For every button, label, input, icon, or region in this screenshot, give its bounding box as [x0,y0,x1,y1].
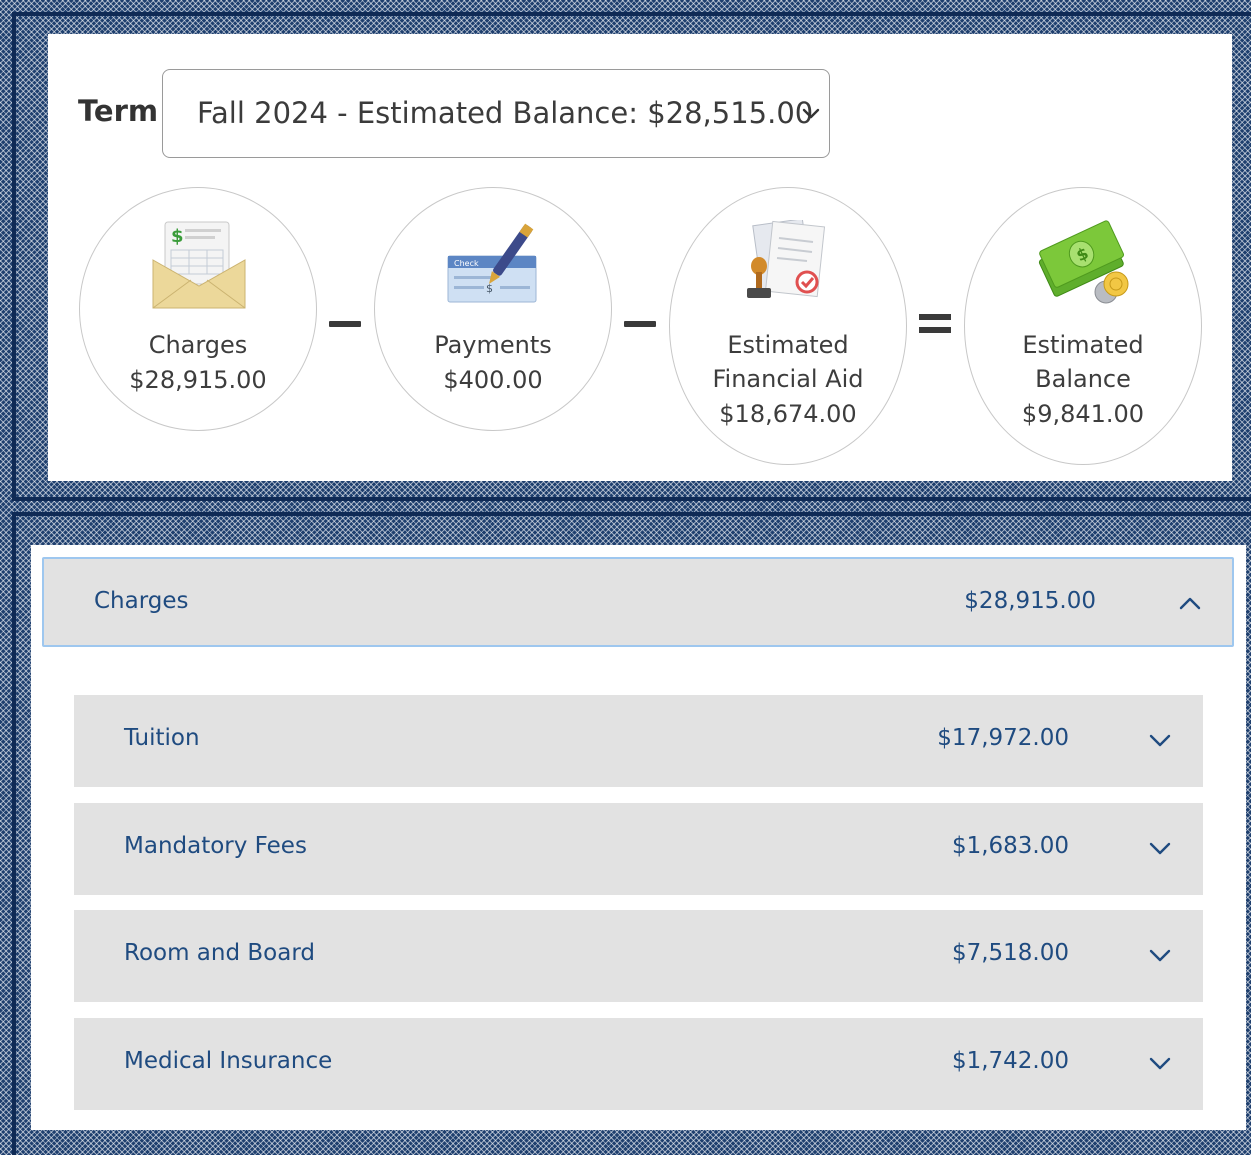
summary-aid-label: Estimated Financial Aid [670,328,906,396]
money-coins-icon: $ [1038,220,1129,304]
summary-aid-amount: $18,674.00 [719,400,857,428]
charge-row-tuition[interactable]: Tuition $17,972.00 [74,695,1203,787]
charge-row-title: Room and Board [124,940,315,966]
documents-stamp-icon [747,220,826,298]
charge-row-amount: $7,518.00 [951,940,1069,966]
balance-summary-panel: Term Fall 2024 - Estimated Balance: $28,… [48,34,1232,481]
chevron-down-icon[interactable] [1148,840,1172,856]
chevron-up-icon[interactable] [1178,595,1202,611]
equals-operator [919,314,951,334]
summary-balance-label-line1: Estimated [1022,331,1144,359]
charge-row-title: Mandatory Fees [124,833,307,859]
summary-balance: $ Estimated Balance $9,841.00 [964,187,1202,465]
summary-balance-label-line2: Balance [1035,365,1131,393]
summary-aid-label-line1: Estimated [727,331,849,359]
summary-charges: $ Charges $28,915.00 [79,187,317,431]
charge-row-title: Tuition [124,725,200,751]
summary-financial-aid: Estimated Financial Aid $18,674.00 [669,187,907,465]
term-label: Term [78,94,159,128]
frame-line-left [12,12,16,500]
envelope-bill-icon: $ [152,221,246,309]
frame-line-left2 [12,512,16,1155]
charge-row-amount: $17,972.00 [937,725,1069,751]
charges-accordion-title: Charges [94,588,189,614]
minus-operator [624,321,656,327]
frame-line-top [12,12,1251,16]
charge-row-room-and-board[interactable]: Room and Board $7,518.00 [74,910,1203,1002]
svg-text:Check: Check [454,259,479,268]
charge-row-title: Medical Insurance [124,1048,333,1074]
summary-payments-label: Payments [434,331,552,359]
charge-row-amount: $1,683.00 [951,833,1069,859]
summary-charges-amount: $28,915.00 [129,366,267,394]
summary-balance-label: Estimated Balance [965,328,1201,396]
term-select[interactable]: Fall 2024 - Estimated Balance: $28,515.0… [162,69,830,158]
chevron-down-icon[interactable] [1148,1055,1172,1071]
charges-accordion-amount: $28,915.00 [964,588,1096,614]
charge-row-amount: $1,742.00 [951,1048,1069,1074]
frame-line-mid [12,497,1251,501]
check-pen-icon: Check $ [447,223,537,303]
charge-row-medical-insurance[interactable]: Medical Insurance $1,742.00 [74,1018,1203,1110]
charges-accordion-panel: Charges $28,915.00 Tuition $17,972.00 Ma… [31,545,1246,1130]
svg-text:$: $ [171,226,184,247]
chevron-down-icon[interactable] [1148,732,1172,748]
frame-line-mid2 [12,512,1251,516]
chevron-down-icon[interactable] [1148,947,1172,963]
term-select-value: Fall 2024 - Estimated Balance: $28,515.0… [197,96,814,130]
summary-balance-amount: $9,841.00 [1021,400,1145,428]
charges-accordion-header[interactable]: Charges $28,915.00 [42,557,1234,647]
summary-payments: Check $ Payments $400.00 [374,187,612,431]
summary-charges-label: Charges [148,331,248,359]
chevron-down-icon [802,108,820,119]
summary-payments-amount: $400.00 [443,366,543,394]
minus-operator [329,321,361,327]
summary-aid-label-line2: Financial Aid [712,365,864,393]
svg-text:$: $ [486,282,493,295]
charge-row-mandatory-fees[interactable]: Mandatory Fees $1,683.00 [74,803,1203,895]
